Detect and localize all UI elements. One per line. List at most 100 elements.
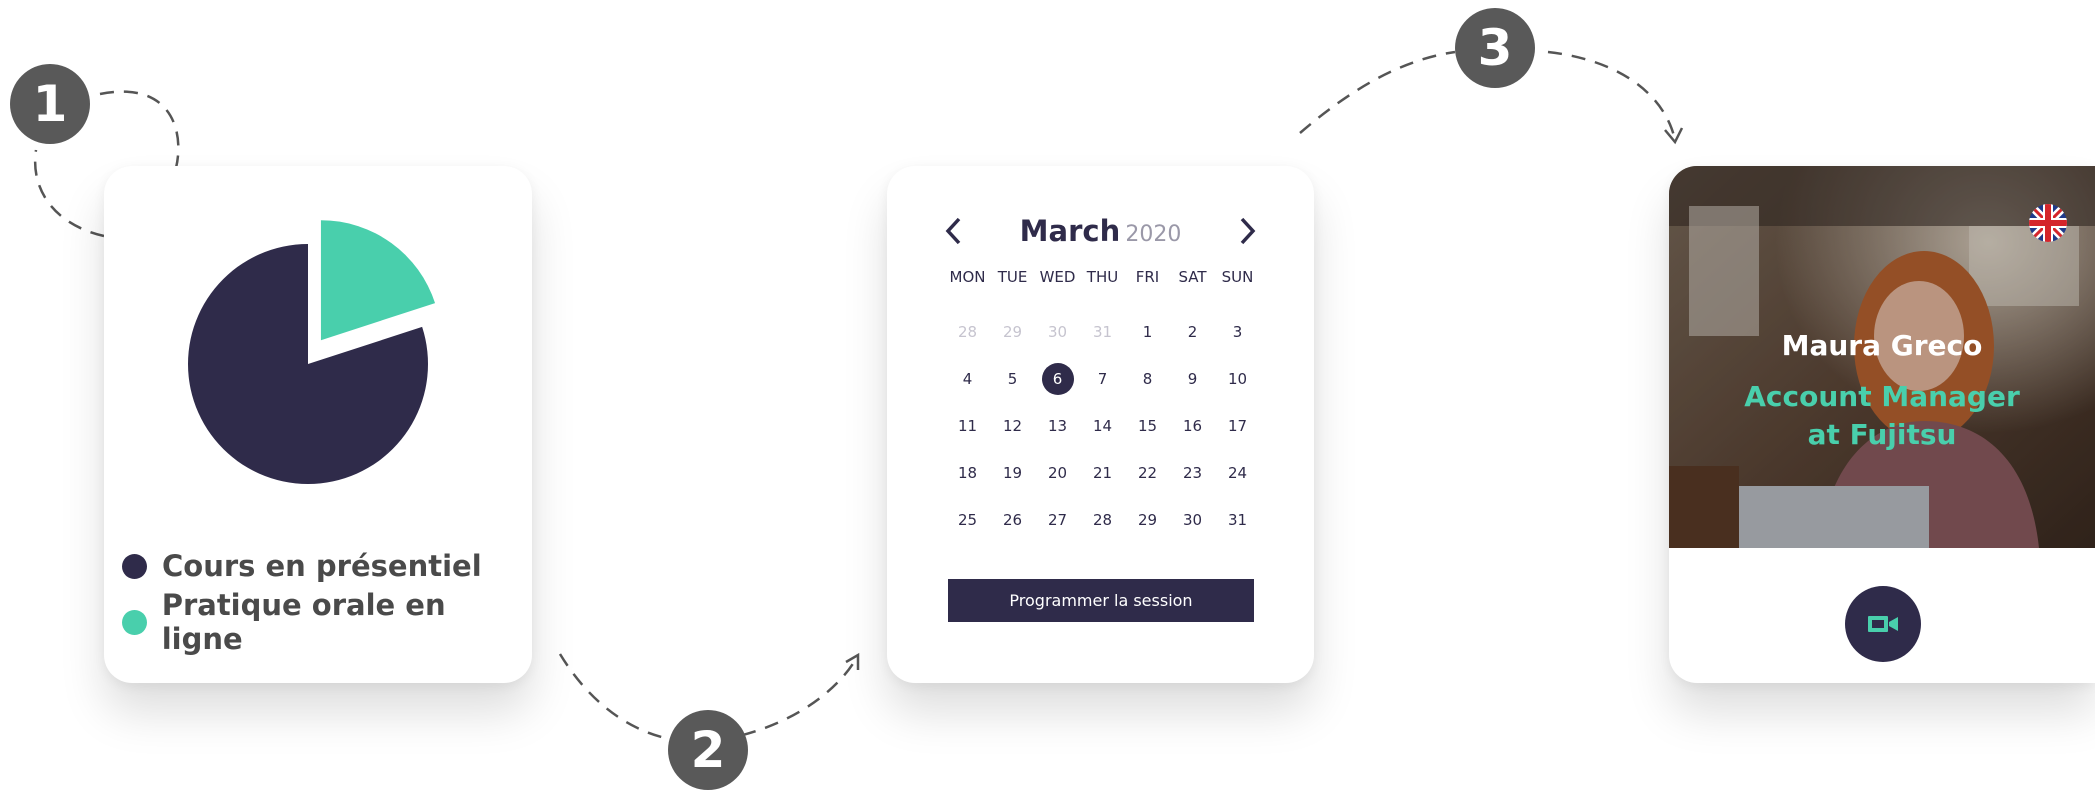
calendar-day[interactable]: 28	[1080, 496, 1125, 543]
calendar-day[interactable]: 22	[1125, 449, 1170, 496]
calendar-day[interactable]: 8	[1125, 355, 1170, 402]
calendar-day[interactable]: 18	[945, 449, 990, 496]
calendar-day-number: 23	[1182, 463, 1203, 482]
calendar-day[interactable]: 16	[1170, 402, 1215, 449]
calendar-day[interactable]: 2	[1170, 308, 1215, 355]
calendar-day[interactable]: 26	[990, 496, 1035, 543]
calendar-day[interactable]: 17	[1215, 402, 1260, 449]
calendar-day[interactable]: 7	[1080, 355, 1125, 402]
pie-chart	[188, 220, 436, 484]
role-line: Account Manager	[1744, 380, 2020, 413]
calendar-day-number: 11	[957, 416, 978, 435]
calendar-day-number: 24	[1227, 463, 1248, 482]
calendar-card: March 2020 MON TUE WED THU FRI SAT SUN 28 29 30 3…	[887, 166, 1314, 683]
calendar-day[interactable]: 29	[990, 308, 1035, 355]
step-badge-1: 1	[10, 64, 90, 144]
legend-item: Pratique orale en ligne	[122, 588, 532, 656]
calendar-day-number: 2	[1187, 322, 1198, 341]
calendar-day[interactable]: 14	[1080, 402, 1125, 449]
calendar-day-number: 29	[1137, 510, 1158, 529]
calendar-day-number: 12	[1002, 416, 1023, 435]
calendar-month: March	[1019, 214, 1121, 248]
calendar-day-number: 22	[1137, 463, 1158, 482]
legend-dot-icon	[122, 609, 147, 635]
calendar-day[interactable]: 5	[990, 355, 1035, 402]
weekday-label: TUE	[997, 268, 1028, 286]
chevron-right-icon[interactable]	[1226, 206, 1270, 256]
calendar-header: March 2020	[887, 206, 1314, 256]
calendar-day[interactable]: 13	[1035, 402, 1080, 449]
calendar-day-number: 28	[957, 322, 978, 341]
calendar-day[interactable]: 9	[1170, 355, 1215, 402]
calendar-day-number: 14	[1092, 416, 1113, 435]
step-badge-3: 3	[1455, 8, 1535, 88]
uk-flag-icon	[2029, 204, 2067, 242]
arrowhead-2	[845, 652, 860, 670]
calendar-day[interactable]: 31	[1080, 308, 1125, 355]
calendar-day-number: 4	[962, 369, 973, 388]
calendar-day[interactable]: 11	[945, 402, 990, 449]
calendar-day-number: 28	[1092, 510, 1113, 529]
calendar-day-number: 6	[1041, 362, 1074, 395]
weekday-label: THU	[1086, 268, 1119, 286]
calendar-day-number: 31	[1227, 510, 1248, 529]
step-badge-2: 2	[668, 710, 748, 790]
calendar-day[interactable]: 30	[1035, 308, 1080, 355]
schedule-session-button[interactable]: Programmer la session	[948, 579, 1254, 622]
calendar-day[interactable]: 23	[1170, 449, 1215, 496]
calendar-day-number: 19	[1002, 463, 1023, 482]
calendar-day[interactable]: 1	[1125, 308, 1170, 355]
calendar-day-number: 18	[957, 463, 978, 482]
chevron-left-icon[interactable]	[931, 206, 975, 256]
calendar-day[interactable]: 3	[1215, 308, 1260, 355]
legend-label: Cours en présentiel	[162, 549, 482, 583]
profile-card: Maura Greco Account Manager at Fujitsu	[1669, 166, 2095, 683]
legend-item: Cours en présentiel	[122, 538, 532, 594]
calendar-day[interactable]: 30	[1170, 496, 1215, 543]
calendar-day-number: 27	[1047, 510, 1068, 529]
calendar-day[interactable]: 21	[1080, 449, 1125, 496]
calendar-day-number: 1	[1142, 322, 1153, 341]
calendar-day-selected[interactable]: 6	[1035, 355, 1080, 402]
calendar-day-number: 17	[1227, 416, 1248, 435]
calendar-day[interactable]: 20	[1035, 449, 1080, 496]
calendar-day-number: 29	[1002, 322, 1023, 341]
calendar-day[interactable]: 31	[1215, 496, 1260, 543]
calendar-day-number: 30	[1047, 322, 1068, 341]
calendar-day-number: 3	[1232, 322, 1243, 341]
calendar-day-number: 31	[1092, 322, 1113, 341]
calendar-day[interactable]: 15	[1125, 402, 1170, 449]
role-line: at Fujitsu	[1807, 418, 1957, 451]
calendar-day-number: 25	[957, 510, 978, 529]
calendar-day[interactable]: 19	[990, 449, 1035, 496]
calendar-day-number: 13	[1047, 416, 1068, 435]
calendar-day-grid: 28 29 30 31 1 2 3 4 5 6 7 8 9 10 11 12 13 14 15 16 17 18 19 20 2…	[945, 308, 1260, 543]
person-name: Maura Greco	[1781, 329, 1983, 362]
calendar-day-number: 7	[1097, 369, 1108, 388]
video-camera-icon	[1868, 616, 1898, 632]
calendar-day-number: 30	[1182, 510, 1203, 529]
calendar-day[interactable]: 4	[945, 355, 990, 402]
calendar-day[interactable]: 27	[1035, 496, 1080, 543]
legend-label: Pratique orale en ligne	[161, 588, 446, 656]
calendar-day[interactable]: 25	[945, 496, 990, 543]
calendar-day-number: 16	[1182, 416, 1203, 435]
calendar-day-number: 20	[1047, 463, 1068, 482]
video-call-button[interactable]	[1845, 586, 1921, 662]
calendar-day-number: 15	[1137, 416, 1158, 435]
calendar-day[interactable]: 29	[1125, 496, 1170, 543]
calendar-day[interactable]: 12	[990, 402, 1035, 449]
weekday-label: WED	[1039, 268, 1076, 286]
calendar-day[interactable]: 10	[1215, 355, 1260, 402]
calendar-year: 2020	[1125, 222, 1182, 247]
calendar-day-number: 9	[1187, 369, 1198, 388]
calendar-day[interactable]: 28	[945, 308, 990, 355]
pie-legend: Cours en présentiel Pratique orale en li…	[122, 538, 532, 656]
calendar-day-number: 26	[1002, 510, 1023, 529]
attendance-split-card: Cours en présentiel Pratique orale en li…	[104, 166, 532, 683]
weekday-label: SUN	[1221, 268, 1254, 286]
calendar-day-number: 8	[1142, 369, 1153, 388]
weekday-label: SAT	[1178, 268, 1207, 286]
calendar-day[interactable]: 24	[1215, 449, 1260, 496]
person-role: Account Manager at Fujitsu	[1729, 378, 2035, 454]
